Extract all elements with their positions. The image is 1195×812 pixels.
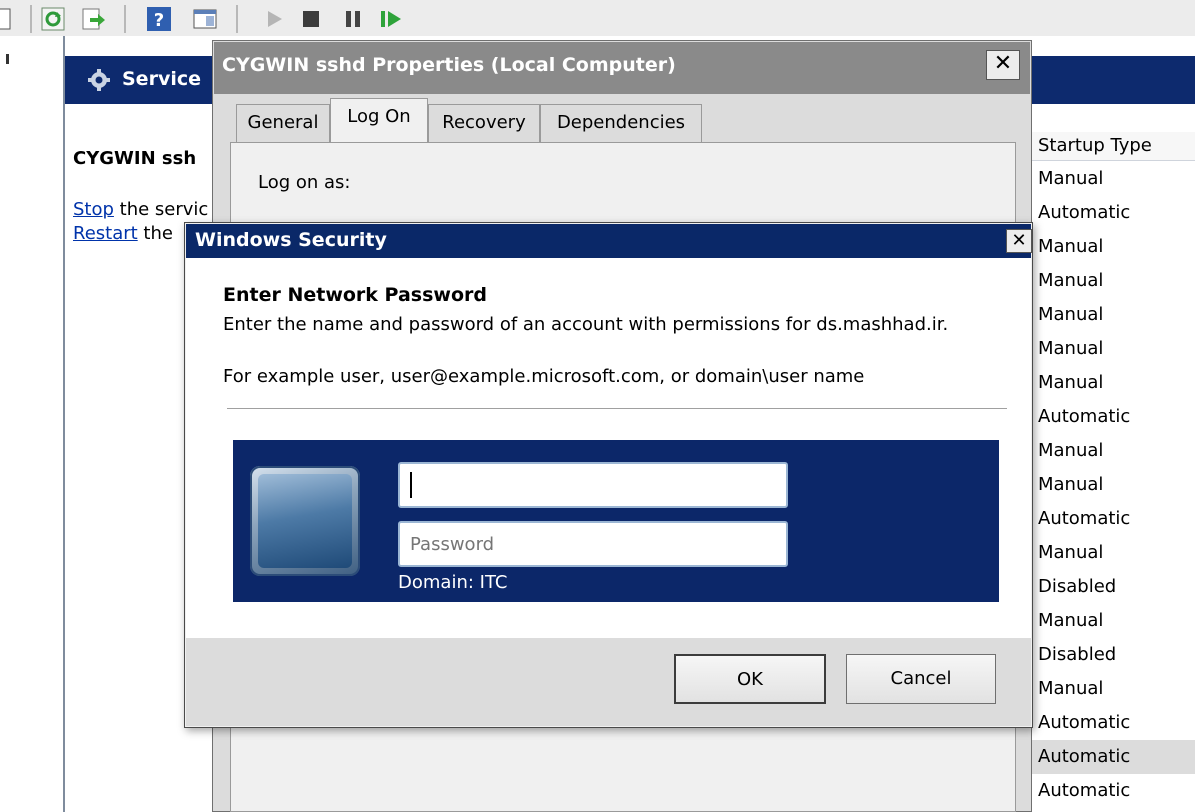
list-item[interactable]: Manual [1032, 604, 1195, 638]
toolbar-separator [236, 5, 238, 33]
password-field[interactable] [398, 521, 788, 567]
action-pane-icon[interactable] [192, 6, 218, 32]
ok-button[interactable]: OK [674, 654, 826, 704]
restart-service-line: Restart the [73, 223, 173, 244]
list-item[interactable]: Automatic [1032, 706, 1195, 740]
restart-link[interactable]: Restart [73, 223, 138, 244]
selected-service-name: CYGWIN ssh [73, 148, 197, 169]
refresh-icon[interactable] [40, 6, 66, 32]
list-item[interactable]: Automatic [1032, 196, 1195, 230]
services-list-banner [1030, 56, 1195, 104]
security-close-button[interactable]: ✕ [1006, 229, 1032, 253]
startup-type-column-header[interactable]: Startup Type [1030, 132, 1195, 161]
pause-service-icon[interactable] [340, 6, 366, 32]
tree-marker [6, 54, 9, 64]
divider [227, 408, 1007, 409]
list-item[interactable]: Automatic [1032, 400, 1195, 434]
list-item-selected[interactable]: Automatic [1032, 740, 1195, 774]
list-item[interactable]: Manual [1032, 264, 1195, 298]
list-item[interactable]: Manual [1032, 298, 1195, 332]
list-item[interactable]: Manual [1032, 332, 1195, 366]
dialog-description: Enter the name and password of an accoun… [223, 314, 949, 335]
tab-recovery[interactable]: Recovery [428, 104, 540, 142]
list-item[interactable]: Automatic [1032, 502, 1195, 536]
list-item[interactable]: Disabled [1032, 570, 1195, 604]
start-service-icon[interactable] [262, 6, 288, 32]
user-avatar-picture [258, 474, 352, 568]
list-item[interactable]: Manual [1032, 434, 1195, 468]
tab-log-on[interactable]: Log On [330, 98, 428, 142]
toolbar-separator [124, 5, 126, 33]
security-title: Windows Security [195, 229, 387, 251]
tab-dependencies[interactable]: Dependencies [540, 104, 702, 142]
domain-label: Domain: ITC [398, 572, 508, 593]
text-cursor [410, 472, 412, 498]
list-item[interactable]: Manual [1032, 366, 1195, 400]
username-field[interactable] [398, 462, 788, 508]
toolbar-separator [30, 5, 32, 33]
stop-link[interactable]: Stop [73, 199, 114, 220]
log-on-as-label: Log on as: [258, 172, 351, 193]
svg-text:?: ? [154, 10, 164, 31]
properties-title: CYGWIN sshd Properties (Local Computer) [222, 54, 676, 76]
dialog-heading: Enter Network Password [223, 284, 487, 306]
export-list-icon[interactable] [80, 6, 106, 32]
tab-general[interactable]: General [236, 104, 330, 142]
stop-service-line: Stop the servic [73, 199, 208, 220]
restart-text: the [137, 223, 173, 244]
toolbar: ? [0, 0, 1195, 36]
console-tree-pane [0, 36, 65, 812]
services-title: Service [122, 68, 201, 90]
list-item[interactable]: Manual [1032, 536, 1195, 570]
help-icon[interactable]: ? [146, 6, 172, 32]
stop-text: the servic [113, 199, 209, 220]
list-item[interactable]: Manual [1032, 162, 1195, 196]
list-item[interactable]: Manual [1032, 468, 1195, 502]
properties-close-button[interactable]: ✕ [986, 50, 1020, 80]
startup-type-header-label: Startup Type [1038, 135, 1152, 156]
list-item[interactable]: Manual [1032, 230, 1195, 264]
list-item[interactable]: Manual [1032, 672, 1195, 706]
gear-icon [88, 69, 110, 91]
list-item[interactable]: Automatic [1032, 774, 1195, 808]
dialog-example-text: For example user, user@example.microsoft… [223, 366, 865, 387]
restart-service-icon[interactable] [378, 6, 404, 32]
cancel-button[interactable]: Cancel [846, 654, 996, 704]
console-tree-icon[interactable] [0, 6, 22, 32]
list-item[interactable]: Disabled [1032, 638, 1195, 672]
stop-service-icon[interactable] [298, 6, 324, 32]
